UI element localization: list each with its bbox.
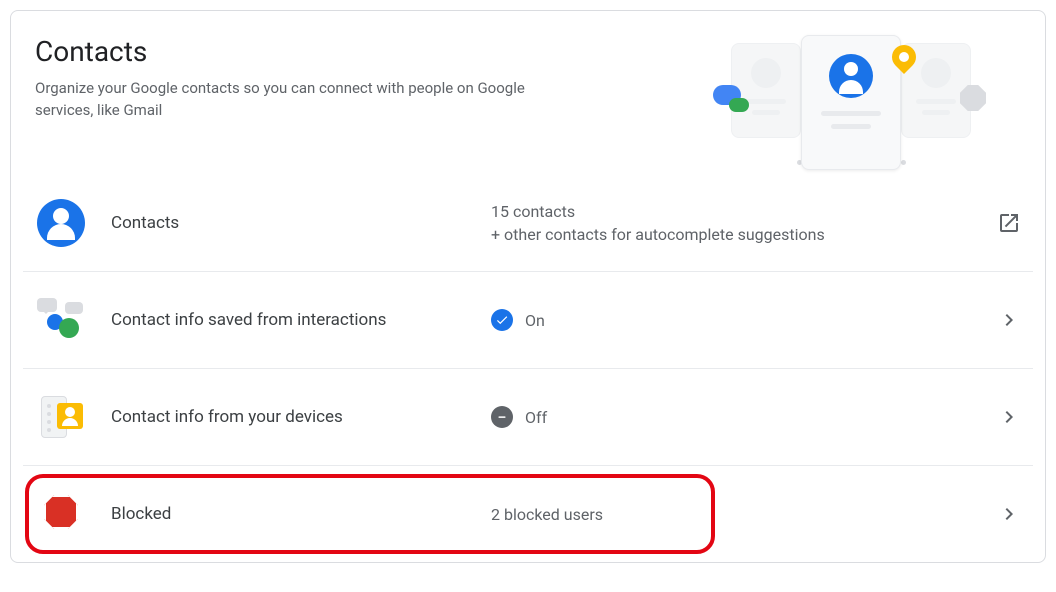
row-contacts-value: 15 contacts + other contacts for autocom…: [491, 202, 981, 244]
contacts-settings-card: Contacts Organize your Google contacts s…: [10, 10, 1046, 563]
row-devices-value: Off: [491, 406, 997, 428]
row-interactions-value: On: [491, 309, 997, 331]
contacts-count: 15 contacts: [491, 202, 575, 221]
header-illustration: [721, 35, 981, 155]
row-devices[interactable]: Contact info from your devices Off: [11, 369, 1045, 465]
page-title: Contacts: [35, 35, 555, 68]
status-off-icon: [491, 406, 513, 428]
row-contacts[interactable]: Contacts 15 contacts + other contacts fo…: [11, 175, 1045, 271]
page-subtitle: Organize your Google contacts so you can…: [35, 78, 555, 122]
row-interactions-label: Contact info saved from interactions: [111, 310, 491, 330]
interactions-icon: [35, 294, 87, 346]
row-blocked[interactable]: Blocked 2 blocked users: [11, 466, 1045, 562]
row-blocked-label: Blocked: [111, 504, 491, 524]
chevron-right-icon: [997, 502, 1021, 526]
row-blocked-value: 2 blocked users: [491, 505, 997, 524]
blocked-icon: [35, 488, 87, 540]
status-on-icon: [491, 309, 513, 331]
card-header: Contacts Organize your Google contacts s…: [11, 11, 1045, 175]
chevron-right-icon: [997, 308, 1021, 332]
contacts-icon: [35, 197, 87, 249]
blocked-count: 2 blocked users: [491, 505, 603, 524]
row-interactions[interactable]: Contact info saved from interactions On: [11, 272, 1045, 368]
contacts-extra: + other contacts for autocomplete sugges…: [491, 225, 825, 244]
open-external-icon: [981, 211, 1021, 235]
status-off-text: Off: [525, 408, 547, 427]
chevron-right-icon: [997, 405, 1021, 429]
devices-icon: [35, 391, 87, 443]
row-devices-label: Contact info from your devices: [111, 407, 491, 427]
status-on-text: On: [525, 311, 545, 330]
row-contacts-label: Contacts: [111, 213, 491, 233]
